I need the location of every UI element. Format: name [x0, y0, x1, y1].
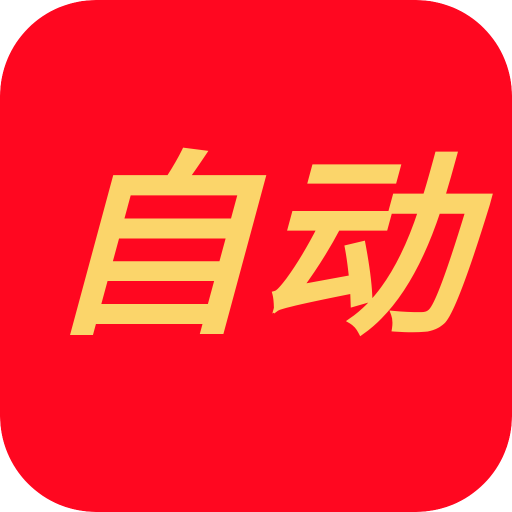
app-icon[interactable]: 自动 [0, 0, 512, 512]
app-icon-graphic: 自动 [0, 0, 512, 512]
app-icon-stage: 自动 [0, 0, 512, 512]
app-icon-label: 自动 [44, 135, 493, 363]
